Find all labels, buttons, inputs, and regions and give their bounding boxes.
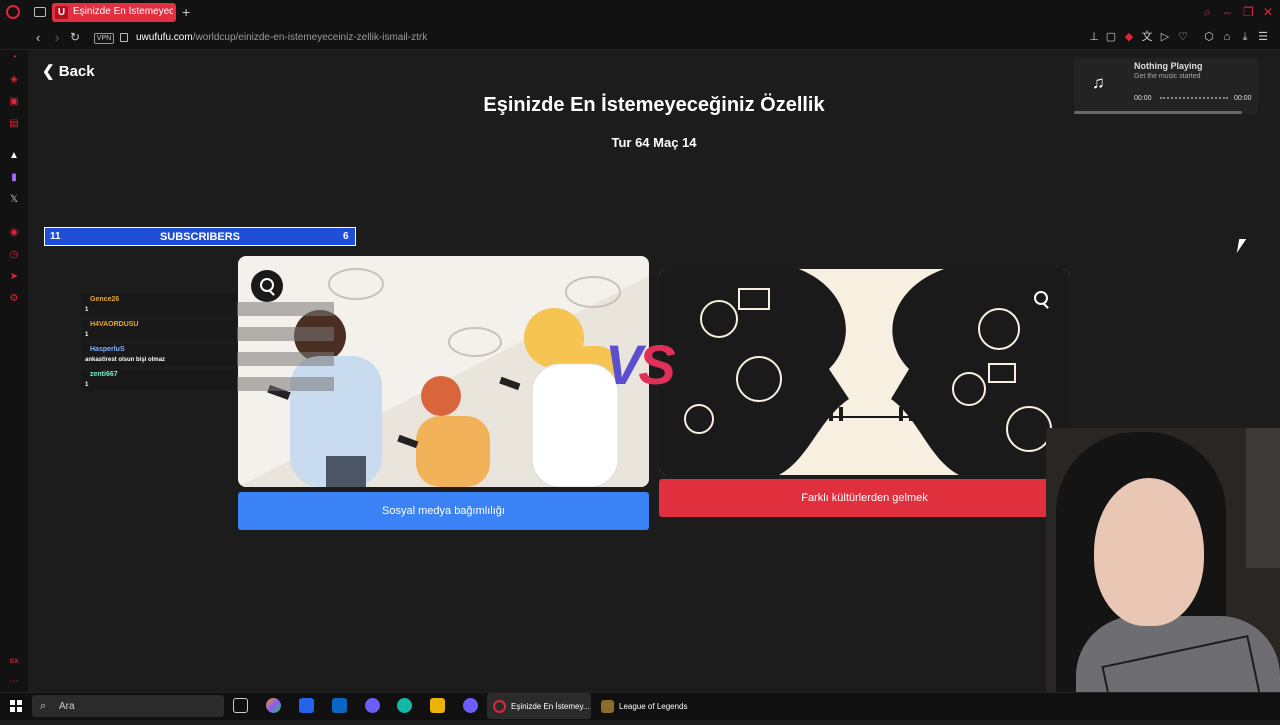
choice-button-left[interactable]: Sosyal medya bağımlılığı — [238, 492, 649, 530]
tab-switcher-icon[interactable] — [34, 7, 46, 17]
translate-icon[interactable]: 文 — [1141, 31, 1153, 43]
copilot-icon[interactable] — [266, 698, 281, 713]
adblock-icon[interactable]: ◆ — [1123, 31, 1135, 43]
tab-favicon-icon: U — [55, 6, 68, 19]
profile-icon[interactable]: ⌂ — [1221, 31, 1233, 43]
taskbar-app-league-label: League of Legends — [619, 702, 688, 711]
aria-icon[interactable]: ▲ — [8, 150, 20, 162]
more-icon[interactable]: ⋯ — [8, 676, 20, 688]
opera-taskbar-icon — [493, 700, 506, 713]
twitch-icon[interactable]: ▮ — [8, 172, 20, 184]
menu-icon[interactable]: ☰ — [1257, 31, 1269, 43]
bag-icon[interactable]: ◈ — [8, 74, 20, 86]
reload-button[interactable]: ↻ — [70, 30, 80, 44]
league-taskbar-icon — [601, 700, 614, 713]
forward-nav-button[interactable]: › — [55, 30, 59, 45]
lock-icon[interactable] — [120, 33, 128, 42]
player-icon[interactable]: ▷ — [1159, 31, 1171, 43]
messenger-icon[interactable]: ▣ — [8, 96, 20, 108]
settings-icon[interactable]: ⚙ — [8, 293, 20, 305]
opera-logo-icon[interactable] — [6, 5, 20, 19]
music-seek-bar[interactable] — [1160, 97, 1228, 100]
news-icon[interactable]: ▤ — [8, 118, 20, 130]
discord-icon[interactable] — [365, 698, 380, 713]
chat-row: zenti667 1 — [82, 369, 334, 391]
webcam-face — [1094, 478, 1204, 626]
chat-row: Gence26 1 — [82, 294, 334, 316]
gx-icon[interactable]: GX — [8, 656, 20, 668]
taskbar-search-placeholder: Ara — [59, 701, 75, 712]
chat-user: HasperluS — [90, 346, 125, 353]
cultures-illustration — [659, 269, 1070, 475]
close-icon[interactable]: ✕ — [1263, 5, 1273, 19]
history-icon[interactable]: ◷ — [8, 249, 20, 261]
tab-title[interactable]: Eşinizde En İstemeyeceğ — [73, 6, 173, 17]
windows-start-icon[interactable] — [10, 700, 22, 712]
send-icon[interactable]: ➤ — [8, 271, 20, 283]
chat-message: 1 — [85, 382, 89, 388]
music-time-start: 00:00 — [1134, 95, 1152, 102]
taskbar-app-opera-label: Eşinizde En İstemey... — [511, 702, 590, 711]
speed-dial-icon[interactable]: ◔ — [8, 52, 20, 64]
outlook-icon[interactable] — [332, 698, 347, 713]
music-note-icon: ♫ — [1092, 73, 1105, 92]
webcam-background — [1246, 428, 1280, 568]
vs-v: V — [605, 333, 642, 396]
music-time-end: 00:00 — [1234, 95, 1252, 102]
vpn-badge[interactable]: VPN — [94, 33, 114, 44]
task-view-icon[interactable] — [233, 698, 248, 713]
file-explorer-icon[interactable] — [430, 698, 445, 713]
player-sidebar-icon[interactable]: ◉ — [8, 227, 20, 239]
edge-icon[interactable] — [397, 698, 412, 713]
chat-user: zenti667 — [90, 371, 118, 378]
maximize-icon[interactable]: ❐ — [1243, 5, 1254, 19]
stream-chat-overlay: Gence26 1 H4VAORDUSU 1 HasperluS ankasti… — [82, 294, 334, 394]
subscribers-label: SUBSCRIBERS — [159, 231, 241, 243]
store-icon[interactable] — [299, 698, 314, 713]
now-playing-title: Nothing Playing — [1134, 61, 1203, 71]
choice-button-right[interactable]: Farklı kültürlerden gelmek — [659, 479, 1070, 517]
choice-image-right[interactable] — [659, 269, 1070, 475]
new-tab-button[interactable]: + — [182, 4, 190, 20]
vs-label: VS — [605, 332, 676, 397]
minimize-icon[interactable]: – — [1224, 5, 1231, 19]
zoom-right-icon[interactable] — [1025, 283, 1057, 315]
back-label: Back — [58, 63, 95, 80]
discord-alt-icon[interactable] — [463, 698, 478, 713]
pin-icon[interactable]: ⊥ — [1088, 31, 1100, 43]
chat-message: 1 — [85, 307, 89, 313]
chat-row: H4VAORDUSU 1 — [82, 319, 334, 341]
download-icon[interactable]: ⤓ — [1239, 31, 1251, 43]
subscribers-right-count: 6 — [343, 231, 349, 242]
round-label: Tur 64 Maç 14 — [611, 135, 697, 150]
extensions-icon[interactable]: ⬡ — [1203, 31, 1215, 43]
chat-message: 1 — [85, 332, 89, 338]
page-title: Eşinizde En İstemeyeceğiniz Özellik — [483, 94, 825, 116]
music-progress-bar — [1074, 111, 1242, 114]
sidebar — [0, 50, 28, 692]
url-path: /worldcup/einizde-en-istemeyeceiniz-zell… — [192, 32, 428, 43]
vs-s: S — [638, 333, 675, 396]
url-field[interactable]: uwufufu.com/worldcup/einizde-en-istemeye… — [136, 32, 427, 43]
chat-message: ankastirest olsun bişi olmaz — [85, 357, 166, 363]
heart-icon[interactable]: ♡ — [1177, 31, 1189, 43]
chevron-left-icon: ❮ — [42, 63, 59, 80]
search-icon: ⌕ — [40, 700, 47, 712]
tab-bar — [0, 0, 1280, 25]
back-link[interactable]: ❮ Back — [42, 62, 95, 80]
chat-user: Gence26 — [90, 296, 120, 303]
chat-row: HasperluS ankastirest olsun bişi olmaz — [82, 344, 334, 366]
url-host: uwufufu.com — [136, 32, 193, 43]
now-playing-subtitle: Get the music started — [1134, 73, 1201, 80]
chat-user: H4VAORDUSU — [90, 321, 139, 328]
x-twitter-icon[interactable]: 𝕏 — [8, 194, 20, 206]
back-nav-button[interactable]: ‹ — [36, 30, 40, 45]
snapshot-icon[interactable]: ▢ — [1105, 31, 1117, 43]
search-tabs-icon[interactable]: ⌕ — [1204, 5, 1211, 20]
